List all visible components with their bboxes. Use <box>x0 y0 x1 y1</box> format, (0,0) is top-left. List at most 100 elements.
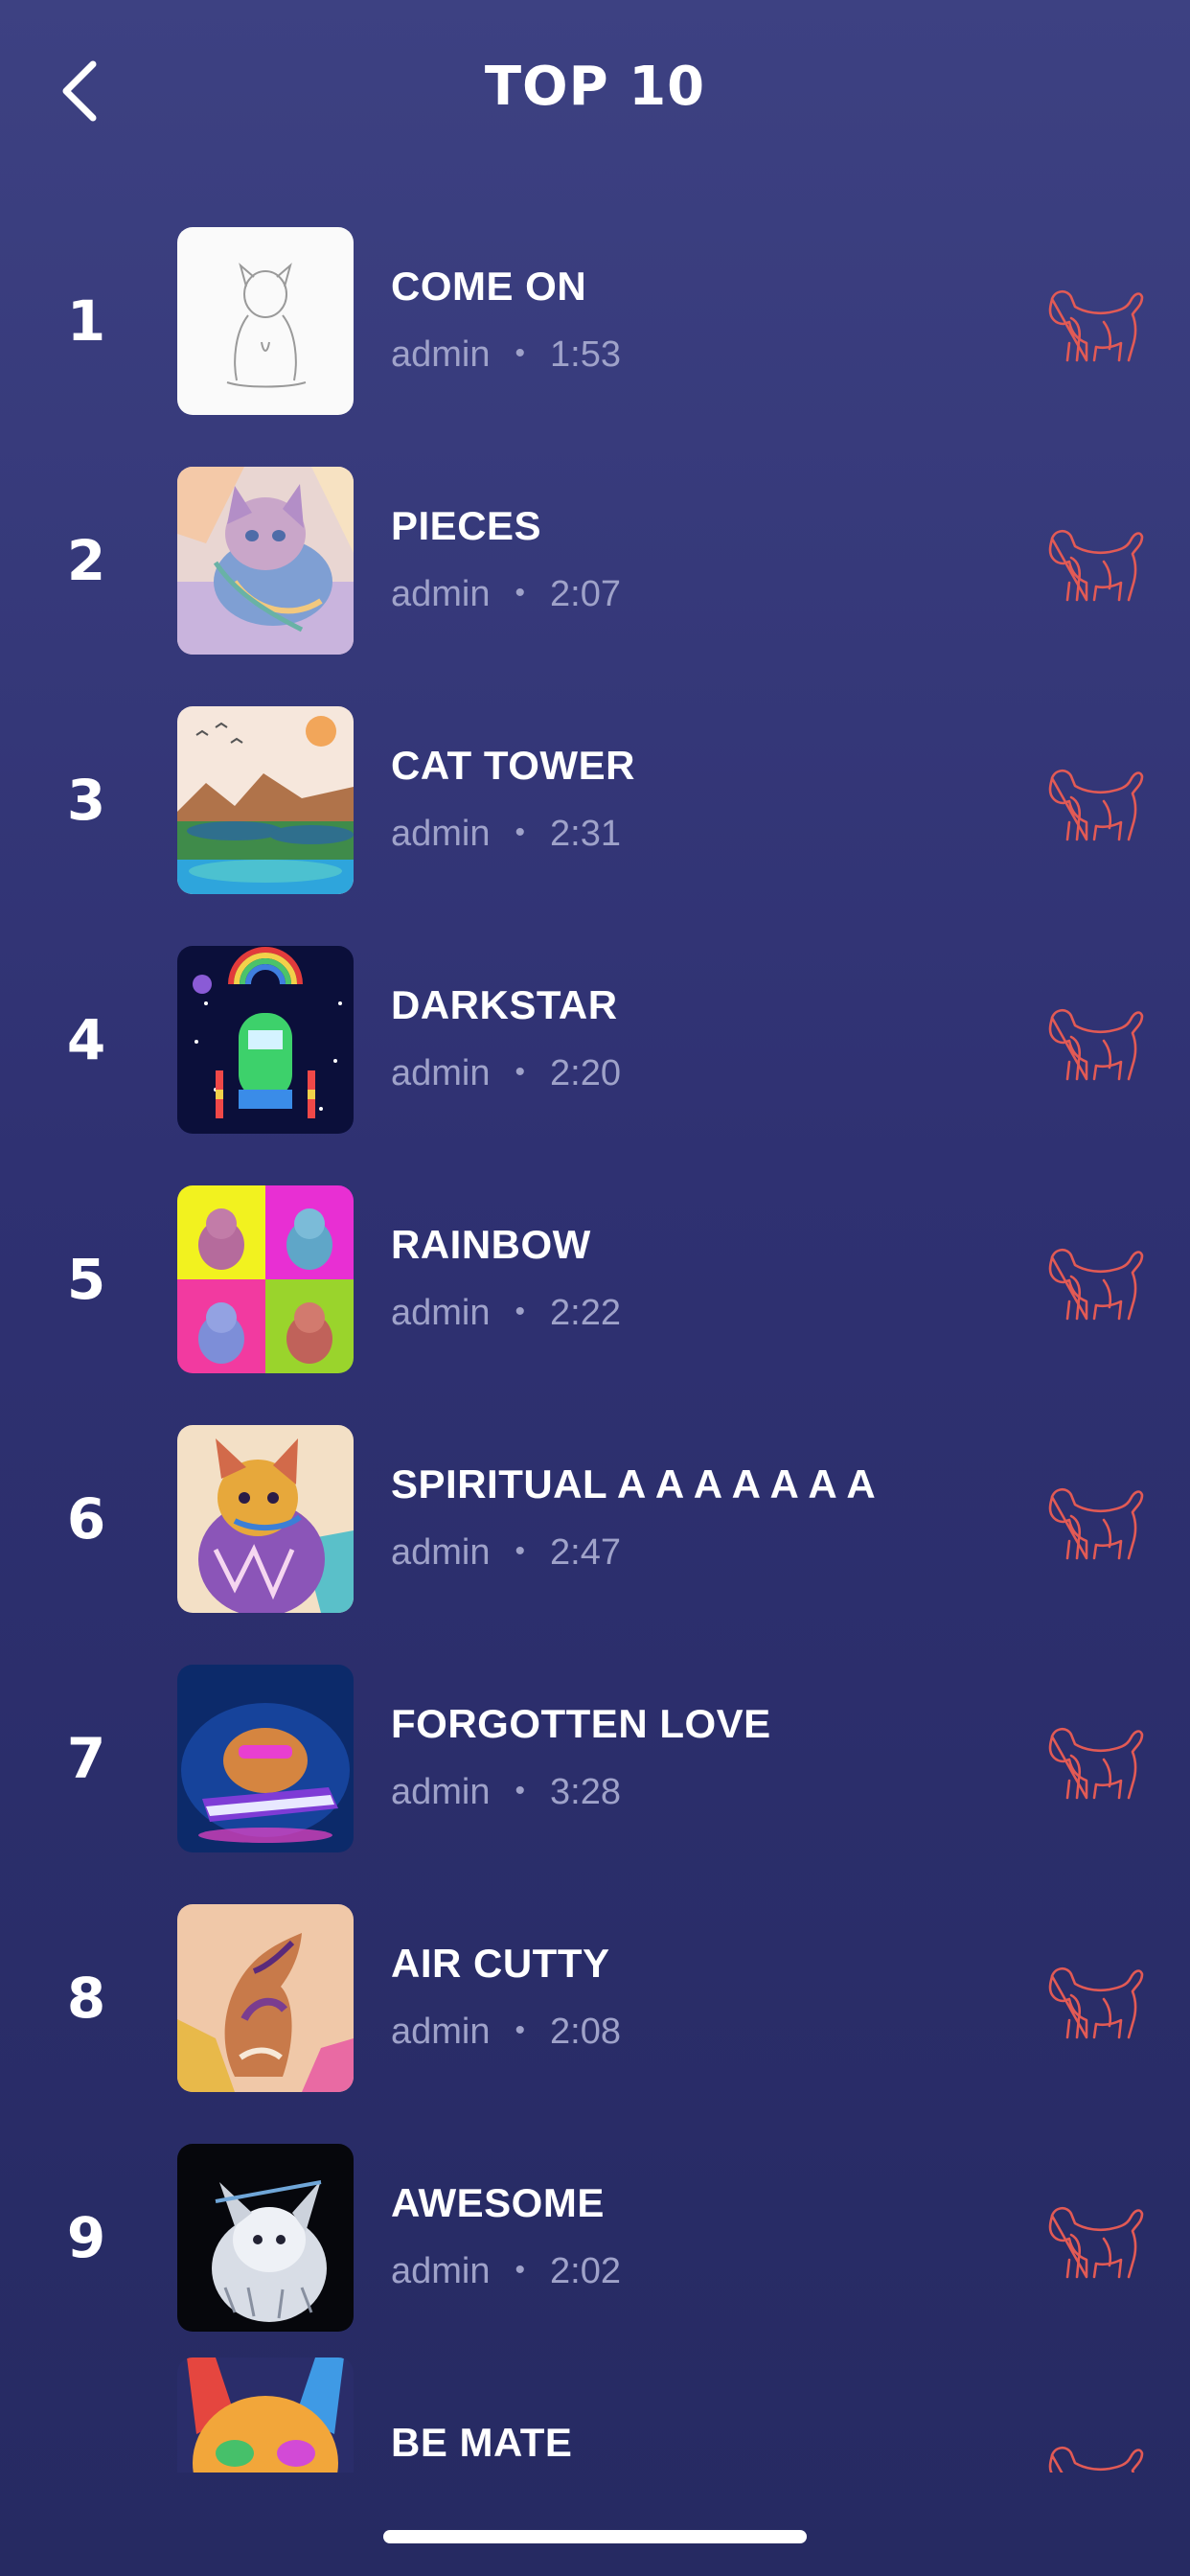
track-rank: 9 <box>66 2205 106 2270</box>
track-row-6[interactable]: 6 SPIRITUAL A A A A A A A admin • 2:47 <box>0 1425 1190 1665</box>
track-meta: admin • 2:31 <box>391 814 621 855</box>
track-row-5[interactable]: 5 RAINBOW admin • 2:22 <box>0 1185 1190 1425</box>
track-artist: admin <box>391 2251 491 2291</box>
track-meta: admin • 2:20 <box>391 1053 621 1094</box>
favorite-button[interactable] <box>1042 2436 1148 2472</box>
track-duration: 3:28 <box>550 1772 621 1812</box>
track-duration: 2:47 <box>550 1532 621 1573</box>
track-duration: 2:20 <box>550 1053 621 1093</box>
track-meta: admin • 2:22 <box>391 1293 621 1334</box>
dog-cat-icon <box>1048 289 1144 362</box>
track-duration: 1:53 <box>550 334 621 375</box>
track-row-4[interactable]: 4 DARKSTAR admin • 2:20 <box>0 946 1190 1185</box>
track-title: FORGOTTEN LOVE <box>391 1701 771 1746</box>
track-title: AIR CUTTY <box>391 1941 610 1986</box>
track-rank: 7 <box>66 1726 106 1791</box>
track-artist: admin <box>391 574 491 614</box>
track-rank: 5 <box>66 1247 106 1312</box>
separator-dot: • <box>515 1775 526 1806</box>
track-duration: 2:02 <box>550 2251 621 2291</box>
dog-cat-icon <box>1048 769 1144 841</box>
track-title: CAT TOWER <box>391 743 635 788</box>
cover-art <box>177 1904 354 2092</box>
track-title: BE MATE <box>391 2420 573 2465</box>
track-rank: 10 <box>38 2450 134 2472</box>
track-artist: admin <box>391 2012 491 2052</box>
cover-art <box>177 2144 354 2332</box>
separator-dot: • <box>515 1056 526 1088</box>
track-title: AWESOME <box>391 2180 605 2225</box>
track-rank: 1 <box>66 288 106 354</box>
track-meta: admin • 2:02 <box>391 2251 621 2292</box>
favorite-button[interactable] <box>1042 1957 1148 2043</box>
separator-dot: • <box>515 2014 526 2046</box>
separator-dot: • <box>515 816 526 848</box>
cover-art <box>177 227 354 415</box>
track-duration: 2:31 <box>550 814 621 854</box>
track-row-8[interactable]: 8 AIR CUTTY admin • 2:08 <box>0 1904 1190 2144</box>
track-title: PIECES <box>391 503 542 548</box>
track-artist: admin <box>391 1293 491 1333</box>
track-rank: 4 <box>66 1007 106 1072</box>
favorite-button[interactable] <box>1042 1238 1148 1324</box>
favorite-button[interactable] <box>1042 759 1148 845</box>
track-row-10[interactable]: 10 BE MATE <box>0 2358 1190 2472</box>
separator-dot: • <box>515 2254 526 2286</box>
cover-art <box>177 1425 354 1613</box>
track-row-2[interactable]: 2 PIECES admin • 2:07 <box>0 467 1190 706</box>
track-rank: 8 <box>66 1966 106 2031</box>
track-title: SPIRITUAL A A A A A A A <box>391 1461 877 1506</box>
separator-dot: • <box>515 577 526 609</box>
separator-dot: • <box>515 1296 526 1327</box>
separator-dot: • <box>515 1535 526 1567</box>
cover-art <box>177 946 354 1134</box>
track-title: COME ON <box>391 264 587 309</box>
favorite-button[interactable] <box>1042 999 1148 1085</box>
dog-cat-icon <box>1048 2206 1144 2279</box>
track-duration: 2:07 <box>550 574 621 614</box>
track-duration: 2:22 <box>550 1293 621 1333</box>
cover-art <box>177 467 354 655</box>
page-title: TOP 10 <box>484 56 706 118</box>
track-artist: admin <box>391 1772 491 1812</box>
dog-cat-icon <box>1048 1008 1144 1081</box>
track-duration: 2:08 <box>550 2012 621 2052</box>
home-indicator[interactable] <box>383 2530 807 2543</box>
track-row-3[interactable]: 3 CAT TOWER admin • 2:31 <box>0 706 1190 946</box>
dog-cat-icon <box>1048 1487 1144 1560</box>
track-title: RAINBOW <box>391 1222 591 1267</box>
track-meta: admin • 1:53 <box>391 334 621 376</box>
track-row-9[interactable]: 9 AWESOME admin • 2:02 <box>0 2144 1190 2383</box>
header: TOP 10 <box>0 0 1190 182</box>
track-artist: admin <box>391 1532 491 1573</box>
dog-cat-icon <box>1048 529 1144 602</box>
dog-cat-icon <box>1048 1727 1144 1800</box>
track-meta: admin • 2:47 <box>391 1532 621 1574</box>
favorite-button[interactable] <box>1042 2196 1148 2283</box>
track-meta: admin • 2:08 <box>391 2012 621 2053</box>
cover-art <box>177 1185 354 1373</box>
favorite-button[interactable] <box>1042 1717 1148 1804</box>
cover-art <box>177 1665 354 1852</box>
track-row-7[interactable]: 7 FORGOTTEN LOVE admin • 3:28 <box>0 1665 1190 1904</box>
track-rank: 6 <box>66 1486 106 1552</box>
dog-cat-icon <box>1048 2446 1144 2472</box>
top-tracks-list[interactable]: 1 COME ON admin • 1:53 2 PIECES admin • … <box>0 201 1190 2472</box>
separator-dot: • <box>515 337 526 369</box>
favorite-button[interactable] <box>1042 519 1148 606</box>
track-artist: admin <box>391 1053 491 1093</box>
favorite-button[interactable] <box>1042 1478 1148 1564</box>
track-artist: admin <box>391 814 491 854</box>
track-rank: 2 <box>66 528 106 593</box>
track-row-1[interactable]: 1 COME ON admin • 1:53 <box>0 227 1190 467</box>
track-artist: admin <box>391 334 491 375</box>
track-title: DARKSTAR <box>391 982 618 1027</box>
track-meta: admin • 3:28 <box>391 1772 621 1813</box>
dog-cat-icon <box>1048 1966 1144 2039</box>
favorite-button[interactable] <box>1042 280 1148 366</box>
track-meta: admin • 2:07 <box>391 574 621 615</box>
cover-art <box>177 706 354 894</box>
dog-cat-icon <box>1048 1248 1144 1321</box>
cover-art <box>177 2358 354 2472</box>
track-rank: 3 <box>66 768 106 833</box>
